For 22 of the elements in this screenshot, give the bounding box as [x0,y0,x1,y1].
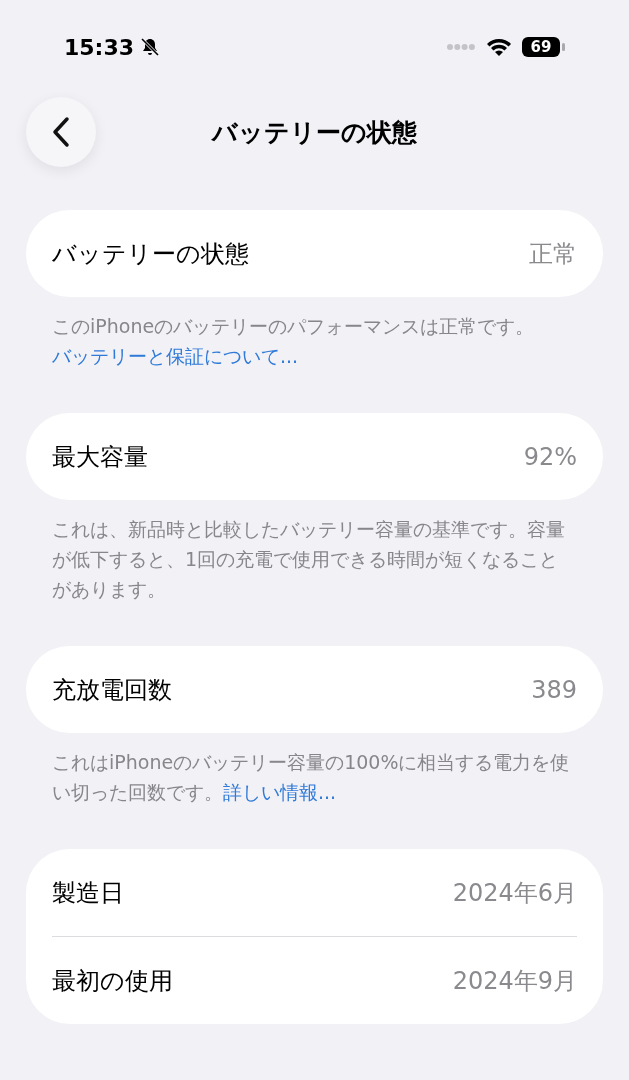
wifi-icon [486,37,512,57]
page-title: バッテリーの状態 [210,116,418,149]
row-value: 389 [531,675,577,704]
back-icon [51,116,71,148]
battery-icon: 69 [522,37,560,57]
row-label: 最初の使用 [52,965,173,997]
row-label: 充放電回数 [52,674,172,706]
status-time: 15:33 [64,34,135,60]
row-value: 2024年9月 [452,965,577,997]
footer-note: これはiPhoneのバッテリー容量の100%に相当する電力を使い切った回数です。詳しい情報... [51,750,571,805]
battery-tip-icon [562,43,565,51]
info-link[interactable]: 詳しい情報... [223,781,337,803]
row-value: 正常 [529,238,577,270]
row-value: 92% [523,442,577,471]
row-label: 製造日 [52,877,124,909]
footer-note: このiPhoneのバッテリーのパフォーマンスは正常です。 バッテリーと保証について... [51,314,536,369]
row-value: 2024年6月 [452,877,577,909]
row-label: バッテリーの状態 [52,238,249,270]
row-label: 最大容量 [52,441,148,473]
footer-note: これは、新品時と比較したバッテリー容量の基準です。容量が低下すると、1回の充電で使用できる時間が短くなることがあります。 [51,517,566,602]
info-link[interactable]: バッテリーと保証について... [52,345,299,367]
signal-icon [446,43,476,51]
